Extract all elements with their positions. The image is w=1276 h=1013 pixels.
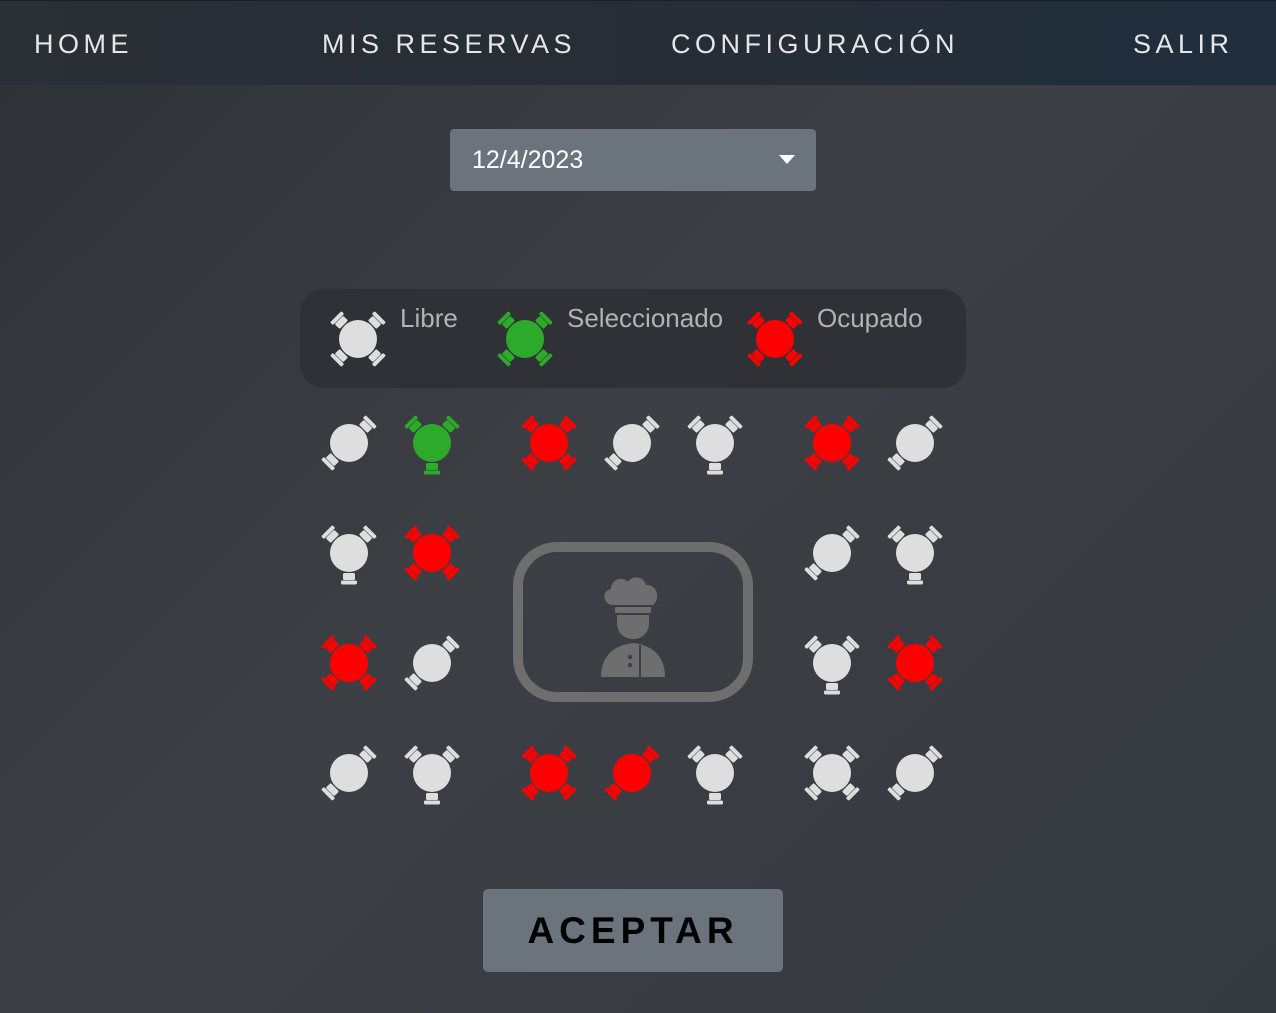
table-icon (887, 525, 943, 585)
table-18-occupied[interactable] (517, 741, 581, 805)
accept-button[interactable]: ACEPTAR (483, 889, 783, 972)
kitchen-area (513, 542, 753, 702)
table-icon (321, 415, 377, 471)
table-icon (330, 311, 386, 367)
table-22-free[interactable] (883, 741, 947, 805)
table-icon (887, 745, 943, 801)
nav-logout-link[interactable]: SALIR (1133, 29, 1234, 59)
table-icon (521, 415, 577, 471)
table-5-free[interactable] (683, 411, 747, 475)
table-icon (887, 635, 943, 691)
nav-my-reservations-link[interactable]: MIS RESERVAS (322, 29, 576, 59)
legend-free-label: Libre (400, 303, 458, 333)
legend-selected-table-icon (493, 307, 557, 371)
legend-occupied-table-icon (743, 307, 807, 371)
table-8-free[interactable] (317, 521, 381, 585)
table-icon (321, 635, 377, 691)
table-icon (804, 415, 860, 471)
table-icon (321, 745, 377, 801)
table-icon (521, 745, 577, 801)
top-navbar: HOME MIS RESERVAS CONFIGURACIÓN SALIR (0, 0, 1276, 85)
table-icon (747, 311, 803, 367)
legend-selected-label: Seleccionado (567, 303, 724, 333)
table-4-free[interactable] (600, 411, 664, 475)
table-19-occupied[interactable] (600, 741, 664, 805)
legend-occupied-label: Ocupado (817, 303, 923, 333)
table-12-occupied[interactable] (317, 631, 381, 695)
table-6-occupied[interactable] (800, 411, 864, 475)
table-2-selected[interactable] (400, 411, 464, 475)
table-icon (804, 635, 860, 695)
table-icon (687, 415, 743, 475)
table-7-free[interactable] (883, 411, 947, 475)
table-icon (804, 525, 860, 581)
table-17-free[interactable] (400, 741, 464, 805)
table-11-free[interactable] (883, 521, 947, 585)
table-icon (604, 415, 660, 471)
date-select[interactable]: 12/4/2023 (450, 129, 816, 191)
nav-settings-link[interactable]: CONFIGURACIÓN (671, 29, 959, 59)
legend: Libre Seleccionado Ocupado (300, 289, 966, 388)
table-icon (687, 745, 743, 805)
table-icon (404, 635, 460, 691)
caret-down-icon (779, 155, 795, 164)
nav-home-link[interactable]: HOME (34, 29, 133, 59)
table-14-free[interactable] (800, 631, 864, 695)
chef-icon (601, 577, 665, 677)
table-9-occupied[interactable] (400, 521, 464, 585)
legend-free-table-icon (326, 307, 390, 371)
table-icon (604, 745, 660, 801)
table-1-free[interactable] (317, 411, 381, 475)
table-16-free[interactable] (317, 741, 381, 805)
table-15-occupied[interactable] (883, 631, 947, 695)
table-icon (804, 745, 860, 801)
table-20-free[interactable] (683, 741, 747, 805)
table-icon (404, 525, 460, 581)
table-21-free[interactable] (800, 741, 864, 805)
table-icon (887, 415, 943, 471)
table-icon (404, 745, 460, 805)
table-3-occupied[interactable] (517, 411, 581, 475)
table-10-free[interactable] (800, 521, 864, 585)
table-icon (321, 525, 377, 585)
table-icon (404, 415, 460, 475)
table-13-free[interactable] (400, 631, 464, 695)
date-value: 12/4/2023 (472, 146, 584, 174)
table-icon (497, 311, 553, 367)
